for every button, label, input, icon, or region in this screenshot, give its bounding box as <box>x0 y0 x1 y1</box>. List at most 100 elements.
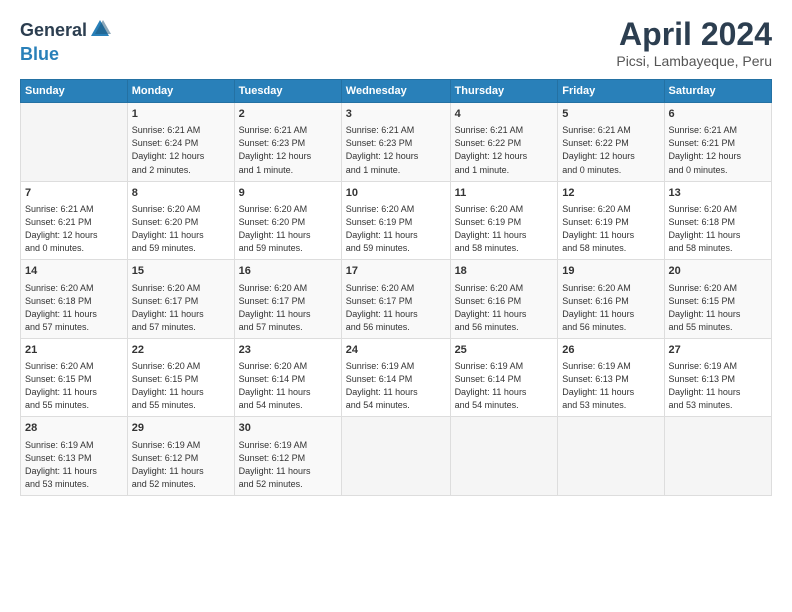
calendar-cell: 23 Sunrise: 6:20 AM Sunset: 6:14 PM Dayli… <box>234 338 341 417</box>
day-info: Sunrise: 6:19 AM Sunset: 6:12 PM Dayligh… <box>239 439 337 491</box>
day-number: 19 <box>562 264 659 279</box>
day-number: 4 <box>455 107 554 122</box>
title-area: April 2024 Picsi, Lambayeque, Peru <box>616 16 772 69</box>
calendar-table: Sunday Monday Tuesday Wednesday Thursday… <box>20 79 772 496</box>
day-info: Sunrise: 6:20 AM Sunset: 6:15 PM Dayligh… <box>132 360 230 412</box>
day-info: Sunrise: 6:20 AM Sunset: 6:16 PM Dayligh… <box>455 282 554 334</box>
calendar-cell: 1Sunrise: 6:21 AM Sunset: 6:24 PM Daylig… <box>127 103 234 182</box>
day-info: Sunrise: 6:20 AM Sunset: 6:15 PM Dayligh… <box>25 360 123 412</box>
calendar-cell <box>21 103 128 182</box>
day-info: Sunrise: 6:19 AM Sunset: 6:14 PM Dayligh… <box>455 360 554 412</box>
col-sunday: Sunday <box>21 80 128 103</box>
day-info: Sunrise: 6:19 AM Sunset: 6:13 PM Dayligh… <box>669 360 767 412</box>
calendar-cell: 3 Sunrise: 6:21 AM Sunset: 6:23 PM Daylig… <box>341 103 450 182</box>
col-friday: Friday <box>558 80 664 103</box>
day-info: Sunrise: 6:20 AM Sunset: 6:19 PM Dayligh… <box>455 203 554 255</box>
day-number: 28 <box>25 421 123 436</box>
calendar-week-4: 21 Sunrise: 6:20 AM Sunset: 6:15 PM Dayli… <box>21 338 772 417</box>
calendar-cell: 29Sunrise: 6:19 AM Sunset: 6:12 PM Dayli… <box>127 417 234 496</box>
calendar-cell: 24 Sunrise: 6:19 AM Sunset: 6:14 PM Dayli… <box>341 338 450 417</box>
day-number: 2 <box>239 107 337 122</box>
calendar-cell: 21 Sunrise: 6:20 AM Sunset: 6:15 PM Dayli… <box>21 338 128 417</box>
calendar-cell: 16Sunrise: 6:20 AM Sunset: 6:17 PM Dayli… <box>234 260 341 339</box>
calendar-cell: 17 Sunrise: 6:20 AM Sunset: 6:17 PM Dayli… <box>341 260 450 339</box>
logo-blue: Blue <box>20 44 59 64</box>
calendar-week-1: 1Sunrise: 6:21 AM Sunset: 6:24 PM Daylig… <box>21 103 772 182</box>
calendar-cell: 9 Sunrise: 6:20 AM Sunset: 6:20 PM Daylig… <box>234 181 341 260</box>
day-number: 22 <box>132 343 230 358</box>
calendar-cell <box>450 417 558 496</box>
calendar-cell: 30 Sunrise: 6:19 AM Sunset: 6:12 PM Dayli… <box>234 417 341 496</box>
day-info: Sunrise: 6:21 AM Sunset: 6:21 PM Dayligh… <box>25 203 123 255</box>
calendar-cell: 2 Sunrise: 6:21 AM Sunset: 6:23 PM Daylig… <box>234 103 341 182</box>
day-number: 25 <box>455 343 554 358</box>
day-number: 26 <box>562 343 659 358</box>
calendar-cell: 13Sunrise: 6:20 AM Sunset: 6:18 PM Dayli… <box>664 181 771 260</box>
calendar-cell: 7 Sunrise: 6:21 AM Sunset: 6:21 PM Daylig… <box>21 181 128 260</box>
day-number: 15 <box>132 264 230 279</box>
day-number: 29 <box>132 421 230 436</box>
day-number: 3 <box>346 107 446 122</box>
calendar-week-5: 28 Sunrise: 6:19 AM Sunset: 6:13 PM Dayli… <box>21 417 772 496</box>
day-number: 23 <box>239 343 337 358</box>
col-tuesday: Tuesday <box>234 80 341 103</box>
calendar-cell <box>341 417 450 496</box>
header-row: Sunday Monday Tuesday Wednesday Thursday… <box>21 80 772 103</box>
calendar-cell: 8Sunrise: 6:20 AM Sunset: 6:20 PM Daylig… <box>127 181 234 260</box>
day-info: Sunrise: 6:21 AM Sunset: 6:23 PM Dayligh… <box>346 124 446 176</box>
day-number: 10 <box>346 186 446 201</box>
day-number: 18 <box>455 264 554 279</box>
day-info: Sunrise: 6:19 AM Sunset: 6:13 PM Dayligh… <box>562 360 659 412</box>
logo-icon <box>89 18 111 45</box>
day-number: 6 <box>669 107 767 122</box>
calendar-cell: 22 Sunrise: 6:20 AM Sunset: 6:15 PM Dayli… <box>127 338 234 417</box>
calendar-cell: 28 Sunrise: 6:19 AM Sunset: 6:13 PM Dayli… <box>21 417 128 496</box>
day-number: 14 <box>25 264 123 279</box>
day-number: 17 <box>346 264 446 279</box>
day-number: 27 <box>669 343 767 358</box>
calendar-cell: 19 Sunrise: 6:20 AM Sunset: 6:16 PM Dayli… <box>558 260 664 339</box>
day-info: Sunrise: 6:20 AM Sunset: 6:18 PM Dayligh… <box>25 282 123 334</box>
calendar-week-2: 7 Sunrise: 6:21 AM Sunset: 6:21 PM Daylig… <box>21 181 772 260</box>
location-title: Picsi, Lambayeque, Peru <box>616 53 772 69</box>
day-info: Sunrise: 6:19 AM Sunset: 6:14 PM Dayligh… <box>346 360 446 412</box>
calendar-cell <box>558 417 664 496</box>
calendar-cell: 12 Sunrise: 6:20 AM Sunset: 6:19 PM Dayli… <box>558 181 664 260</box>
day-number: 9 <box>239 186 337 201</box>
calendar-cell: 25 Sunrise: 6:19 AM Sunset: 6:14 PM Dayli… <box>450 338 558 417</box>
calendar-cell: 26 Sunrise: 6:19 AM Sunset: 6:13 PM Dayli… <box>558 338 664 417</box>
day-info: Sunrise: 6:20 AM Sunset: 6:19 PM Dayligh… <box>346 203 446 255</box>
day-info: Sunrise: 6:21 AM Sunset: 6:23 PM Dayligh… <box>239 124 337 176</box>
month-title: April 2024 <box>616 16 772 53</box>
col-saturday: Saturday <box>664 80 771 103</box>
day-info: Sunrise: 6:21 AM Sunset: 6:22 PM Dayligh… <box>455 124 554 176</box>
day-info: Sunrise: 6:20 AM Sunset: 6:16 PM Dayligh… <box>562 282 659 334</box>
calendar-cell: 6 Sunrise: 6:21 AM Sunset: 6:21 PM Daylig… <box>664 103 771 182</box>
day-info: Sunrise: 6:20 AM Sunset: 6:17 PM Dayligh… <box>132 282 230 334</box>
day-info: Sunrise: 6:20 AM Sunset: 6:19 PM Dayligh… <box>562 203 659 255</box>
day-number: 12 <box>562 186 659 201</box>
calendar-cell: 20Sunrise: 6:20 AM Sunset: 6:15 PM Dayli… <box>664 260 771 339</box>
col-monday: Monday <box>127 80 234 103</box>
day-info: Sunrise: 6:20 AM Sunset: 6:18 PM Dayligh… <box>669 203 767 255</box>
day-info: Sunrise: 6:20 AM Sunset: 6:17 PM Dayligh… <box>346 282 446 334</box>
day-number: 20 <box>669 264 767 279</box>
day-info: Sunrise: 6:20 AM Sunset: 6:14 PM Dayligh… <box>239 360 337 412</box>
day-info: Sunrise: 6:21 AM Sunset: 6:21 PM Dayligh… <box>669 124 767 176</box>
day-number: 1 <box>132 107 230 122</box>
col-wednesday: Wednesday <box>341 80 450 103</box>
day-info: Sunrise: 6:19 AM Sunset: 6:13 PM Dayligh… <box>25 439 123 491</box>
day-number: 21 <box>25 343 123 358</box>
calendar-cell: 4 Sunrise: 6:21 AM Sunset: 6:22 PM Daylig… <box>450 103 558 182</box>
day-number: 24 <box>346 343 446 358</box>
day-info: Sunrise: 6:21 AM Sunset: 6:22 PM Dayligh… <box>562 124 659 176</box>
day-info: Sunrise: 6:20 AM Sunset: 6:20 PM Dayligh… <box>239 203 337 255</box>
day-number: 8 <box>132 186 230 201</box>
day-number: 7 <box>25 186 123 201</box>
header: General Blue April 2024 Picsi, Lambayequ… <box>20 16 772 69</box>
calendar-cell: 11Sunrise: 6:20 AM Sunset: 6:19 PM Dayli… <box>450 181 558 260</box>
calendar-cell: 27 Sunrise: 6:19 AM Sunset: 6:13 PM Dayli… <box>664 338 771 417</box>
calendar-cell <box>664 417 771 496</box>
calendar-cell: 18 Sunrise: 6:20 AM Sunset: 6:16 PM Dayli… <box>450 260 558 339</box>
day-number: 30 <box>239 421 337 436</box>
